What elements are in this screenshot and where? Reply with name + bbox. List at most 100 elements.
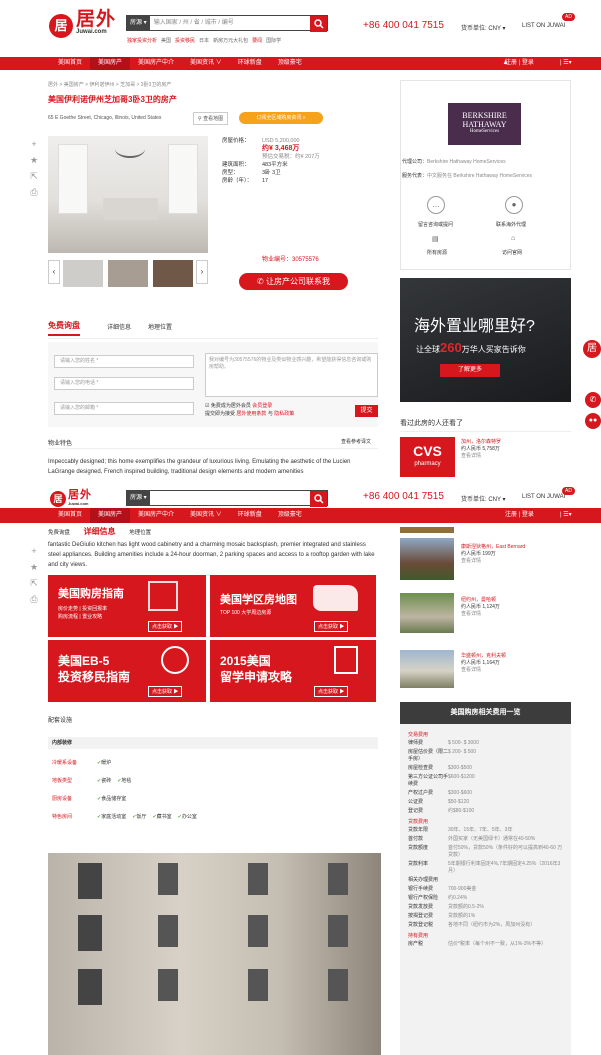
sublink[interactable]: 国际学 [266,38,281,44]
sublink[interactable]: 新房万元大礼包 [213,38,248,44]
also-viewed-item[interactable]: 纽约州，曼哈顿 约人民币 1,124万 查看详情 [461,597,500,618]
guide-card-school[interactable]: 美国学区房地图 TOP 100 大学周边房源 点击获取 ▶ [210,575,376,637]
list-on-juwai-link[interactable]: LIST ON JUWAI [522,23,565,29]
share-icon[interactable]: ⇱ [29,171,39,187]
phone-float-icon[interactable]: ✆ [585,392,601,408]
contact-overseas-agent-link[interactable]: 联系海外代理 [496,221,526,228]
juwai-float-icon[interactable]: 居 [583,340,601,358]
ad-banner[interactable]: 海外置业哪里好? 让全球260万华人买家告诉你 了解更多 [400,278,571,402]
currency-select[interactable]: 货币单位: CNY ▾ [461,494,506,503]
print-icon[interactable]: ⎙ [29,594,39,610]
visit-website-link[interactable]: 访问官网 [502,249,522,256]
name-input[interactable]: 请输入您的姓名 * [54,355,194,368]
nav-item[interactable]: 顶级豪宅 [270,57,310,70]
thumb-next-button[interactable]: › [196,260,208,284]
search-button[interactable] [310,491,327,507]
nav-item-active[interactable]: 美国房产 [90,57,131,70]
tab-location[interactable]: 地理位置 [148,322,172,331]
thumbnail[interactable] [108,260,148,287]
plus-icon[interactable]: + [29,139,39,155]
login-register[interactable]: 注册 | 登录 [505,508,534,523]
chat-float-icon[interactable]: ●● [585,413,601,429]
menu-icon[interactable]: | ☰▾ [560,508,572,523]
currency-select[interactable]: 货币单位: CNY ▾ [461,23,506,32]
share-icon[interactable]: ⇱ [29,578,39,594]
person-icon[interactable]: ● [505,196,523,214]
sublink[interactable]: 独家投资分析 [127,38,157,44]
privacy-link[interactable]: 隐私政策 [274,411,294,417]
sublink[interactable]: 美国 [161,38,171,44]
nav-item[interactable]: 环球新盘 [230,57,270,70]
tab-details[interactable]: 详细信息 [84,527,116,536]
listing-thumbnail[interactable] [400,527,454,533]
login-register[interactable]: 注册 | 登录 [505,57,534,70]
get-guide-button[interactable]: 点击获取 ▶ [148,686,183,697]
listing-thumbnail[interactable] [400,650,454,688]
nav-item[interactable]: 美国房产中介 [130,508,182,523]
guide-card-buying[interactable]: 美国购房指南 房价走势 | 投资回报率 购房流程 | 置业攻略 点击获取 ▶ [48,575,206,637]
chat-icon[interactable]: … [427,196,445,214]
juwai-logo-icon[interactable]: 居 [49,14,73,38]
listing-thumbnail[interactable]: CVS pharmacy [400,437,455,477]
phone-number[interactable]: +86 400 041 7515 [363,491,444,502]
also-viewed-item[interactable]: 华盛顿州，克利夫顿 约人民币 1,164万 查看详情 [461,653,506,674]
submit-button[interactable]: 提交 [355,405,378,417]
plus-icon[interactable]: + [29,546,39,562]
translate-link[interactable]: 查看参考译文 [341,438,371,445]
phone-number[interactable]: +86 400 041 7515 [363,20,444,31]
contact-agent-button[interactable]: ✆ 让房产公司联系我 [239,273,348,290]
thumbnail[interactable] [153,260,193,287]
search-button[interactable] [310,16,327,32]
sublink[interactable]: 日本 [199,38,209,44]
get-guide-button[interactable]: 点击获取 ▶ [148,621,183,632]
nav-item[interactable]: 美国房产中介 [130,57,182,70]
guide-card-study[interactable]: 2015美国 留学申请攻略 点击获取 ▶ [210,640,376,702]
nav-item[interactable]: 美国资讯 ∨ [182,57,230,70]
tab-free-inquiry[interactable]: 免费询盘 [48,320,80,336]
learn-more-button[interactable]: 了解更多 [440,364,500,377]
phone-input[interactable]: 请输入您的电话 * [54,377,194,390]
nav-item[interactable]: 美国首页 [50,57,90,70]
nav-item[interactable]: 美国资讯 ∨ [182,508,230,523]
building-photo[interactable] [48,853,381,1055]
member-checkbox[interactable]: ☑ 免费成为居外会员 会员登录 [205,402,272,409]
sublink[interactable]: 要闻 [252,38,262,44]
tab-free-inquiry[interactable]: 免费询盘 [48,530,70,536]
tab-details[interactable]: 详细信息 [107,322,131,331]
terms-link[interactable]: 居外使用条款 [236,411,266,417]
juwai-logo[interactable]: 居外 Juwai.com [76,10,116,36]
search-type-select[interactable]: 房源 ▾ [127,16,150,30]
star-icon[interactable]: ★ [29,562,39,578]
get-guide-button[interactable]: 点击获取 ▶ [314,621,349,632]
get-guide-button[interactable]: 点击获取 ▶ [314,686,349,697]
nav-item[interactable]: 顶级豪宅 [270,508,310,523]
list-on-juwai-link[interactable]: LIST ON JUWAI [522,494,565,500]
thumb-prev-button[interactable]: ‹ [48,260,60,284]
nav-item-active[interactable]: 美国房产 [90,508,131,523]
listing-thumbnail[interactable] [400,593,454,633]
thumbnail[interactable] [63,260,103,287]
search-input[interactable] [150,491,310,505]
email-input[interactable]: 请输入您的邮箱 * [54,402,194,415]
subscribe-promo[interactable]: 订阅全区域购房资讯 » [239,112,323,124]
juwai-logo[interactable]: 居外 Juwai.com [68,489,92,506]
all-listings-link[interactable]: 所有房源 [427,249,447,256]
juwai-logo-icon[interactable]: 居 [50,491,66,507]
nav-item[interactable]: 环球新盘 [230,508,270,523]
also-viewed-item[interactable]: 加州，洛尔森特罗 约人民币 5,758万 查看详情 [461,439,501,460]
also-viewed-item[interactable]: 康斯涅狄格州，East Bernard 约人民币 199万 查看详情 [461,544,525,565]
view-map-button[interactable]: ⚲ 查看地图 [193,112,229,125]
print-icon[interactable]: ⎙ [29,187,39,203]
main-photo[interactable] [48,136,208,253]
search-type-select[interactable]: 房源 ▾ [127,491,150,505]
tab-location[interactable]: 地理位置 [129,530,151,536]
menu-icon[interactable]: | ☰▾ [560,57,572,70]
message-textarea[interactable]: 我对编号为30575576的物业及类似物业感兴趣，希望能获得信息咨询或购房帮助。 [205,353,378,397]
guide-card-eb5[interactable]: 美国EB-5 投资移民指南 点击获取 ▶ [48,640,206,702]
star-icon[interactable]: ★ [29,155,39,171]
agent-logo[interactable]: BERKSHIRE HATHAWAY HomeServices [448,103,521,145]
listing-thumbnail[interactable] [400,538,454,580]
search-input[interactable]: 输入国家 / 州 / 省 / 城市 / 编号 [150,16,310,30]
sublink[interactable]: 投资移民 [175,38,195,44]
leave-message-link[interactable]: 留言咨询或提问 [418,221,453,228]
